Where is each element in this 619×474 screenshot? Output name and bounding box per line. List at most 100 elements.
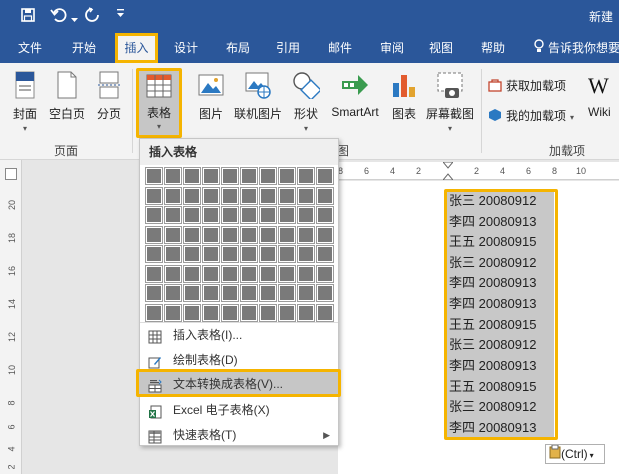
table-grid-cell[interactable] (164, 264, 182, 283)
table-grid-cell[interactable] (240, 225, 258, 244)
table-grid-cell[interactable] (316, 167, 334, 185)
table-grid-cell[interactable] (278, 264, 296, 283)
table-grid-cell[interactable] (183, 264, 201, 283)
table-grid-cell[interactable] (221, 206, 239, 224)
table-grid-cell[interactable] (164, 245, 182, 263)
tell-me-box[interactable]: 告诉我你想要 (533, 33, 619, 63)
table-grid-cell[interactable] (297, 245, 315, 263)
table-grid-cell[interactable] (259, 225, 277, 244)
table-grid-cell[interactable] (278, 186, 296, 205)
undo-icon[interactable] (50, 7, 68, 27)
table-grid-cell[interactable] (183, 245, 201, 263)
table-grid-cell[interactable] (316, 284, 334, 302)
table-grid-cell[interactable] (164, 186, 182, 205)
table-grid-cell[interactable] (278, 303, 296, 322)
table-grid-cell[interactable] (297, 206, 315, 224)
table-grid-cell[interactable] (297, 303, 315, 322)
table-grid-cell[interactable] (297, 186, 315, 205)
table-grid-cell[interactable] (145, 225, 163, 244)
table-grid-cell[interactable] (297, 225, 315, 244)
table-grid-cell[interactable] (145, 264, 163, 283)
table-grid-cell[interactable] (183, 303, 201, 322)
table-grid-cell[interactable] (278, 167, 296, 185)
table-grid-cell[interactable] (316, 225, 334, 244)
ruler-corner-icon[interactable] (5, 168, 17, 180)
online-picture-button[interactable]: 联机图片 (232, 71, 284, 122)
table-grid-cell[interactable] (278, 284, 296, 302)
table-grid-cell[interactable] (297, 167, 315, 185)
table-grid-cell[interactable] (221, 167, 239, 185)
table-grid-cell[interactable] (240, 186, 258, 205)
menu-insert-table[interactable]: 插入表格(I)... (140, 323, 338, 347)
smartart-button[interactable]: SmartArt (328, 71, 382, 119)
table-grid-cell[interactable] (316, 245, 334, 263)
table-grid-cell[interactable] (259, 186, 277, 205)
table-grid-cell[interactable] (221, 225, 239, 244)
tab-review[interactable]: 审阅 (372, 33, 412, 63)
table-grid-cell[interactable] (240, 264, 258, 283)
table-grid-cell[interactable] (145, 167, 163, 185)
table-grid-cell[interactable] (183, 225, 201, 244)
table-grid-cell[interactable] (145, 303, 163, 322)
tab-design[interactable]: 设计 (166, 33, 206, 63)
tab-home[interactable]: 开始 (64, 33, 104, 63)
menu-excel-spreadsheet[interactable]: Excel 电子表格(X) (140, 398, 338, 422)
redo-icon[interactable] (84, 7, 100, 27)
table-grid-cell[interactable] (278, 245, 296, 263)
picture-button[interactable]: 图片 (196, 71, 226, 122)
table-grid-cell[interactable] (259, 167, 277, 185)
tab-help[interactable]: 帮助 (473, 33, 513, 63)
table-grid-cell[interactable] (202, 264, 220, 283)
undo-dropdown-icon[interactable] (71, 10, 78, 27)
table-grid-cell[interactable] (240, 245, 258, 263)
tab-view[interactable]: 视图 (421, 33, 461, 63)
table-grid-cell[interactable] (202, 206, 220, 224)
cover-page-button[interactable]: 封面 ▾ (8, 71, 42, 133)
save-icon[interactable] (20, 7, 36, 27)
table-grid-cell[interactable] (316, 303, 334, 322)
table-grid-cell[interactable] (183, 284, 201, 302)
table-grid-cell[interactable] (221, 264, 239, 283)
blank-page-button[interactable]: 空白页 (44, 71, 90, 122)
table-grid-cell[interactable] (221, 284, 239, 302)
table-grid-cell[interactable] (164, 206, 182, 224)
table-grid-cell[interactable] (316, 186, 334, 205)
tab-insert[interactable]: 插入 (115, 33, 158, 63)
tab-file[interactable]: 文件 (10, 33, 50, 63)
my-addins-button[interactable]: 我的加载项 ▾ (488, 107, 578, 125)
table-grid-cell[interactable] (183, 186, 201, 205)
table-grid-cell[interactable] (183, 206, 201, 224)
table-grid-cell[interactable] (164, 284, 182, 302)
table-grid-cell[interactable] (278, 206, 296, 224)
menu-quick-tables[interactable]: 快速表格(T) ▶ (140, 423, 338, 447)
page-break-button[interactable]: 分页 (92, 71, 126, 122)
table-grid-cell[interactable] (259, 264, 277, 283)
table-grid-cell[interactable] (164, 167, 182, 185)
table-grid-cell[interactable] (316, 264, 334, 283)
table-grid-cell[interactable] (278, 225, 296, 244)
table-grid-cell[interactable] (221, 186, 239, 205)
table-grid-cell[interactable] (202, 245, 220, 263)
chart-button[interactable]: 图表 (388, 71, 420, 122)
table-grid-cell[interactable] (259, 245, 277, 263)
table-grid-cell[interactable] (145, 206, 163, 224)
table-grid-cell[interactable] (202, 284, 220, 302)
table-grid-cell[interactable] (240, 303, 258, 322)
table-grid-cell[interactable] (259, 284, 277, 302)
customize-icon[interactable] (116, 6, 125, 23)
table-grid-cell[interactable] (240, 206, 258, 224)
table-grid-cell[interactable] (202, 186, 220, 205)
paste-options-button[interactable]: (Ctrl) ▾ (545, 444, 605, 464)
tab-references[interactable]: 引用 (268, 33, 308, 63)
tab-layout[interactable]: 布局 (218, 33, 258, 63)
table-grid-cell[interactable] (259, 206, 277, 224)
table-grid-cell[interactable] (145, 284, 163, 302)
table-grid-cell[interactable] (316, 206, 334, 224)
table-grid-cell[interactable] (145, 245, 163, 263)
table-grid-cell[interactable] (164, 303, 182, 322)
table-grid-cell[interactable] (164, 225, 182, 244)
tab-mailings[interactable]: 邮件 (320, 33, 360, 63)
table-grid-cell[interactable] (145, 186, 163, 205)
table-grid-cell[interactable] (240, 167, 258, 185)
get-addins-button[interactable]: 获取加载项 (488, 77, 578, 95)
